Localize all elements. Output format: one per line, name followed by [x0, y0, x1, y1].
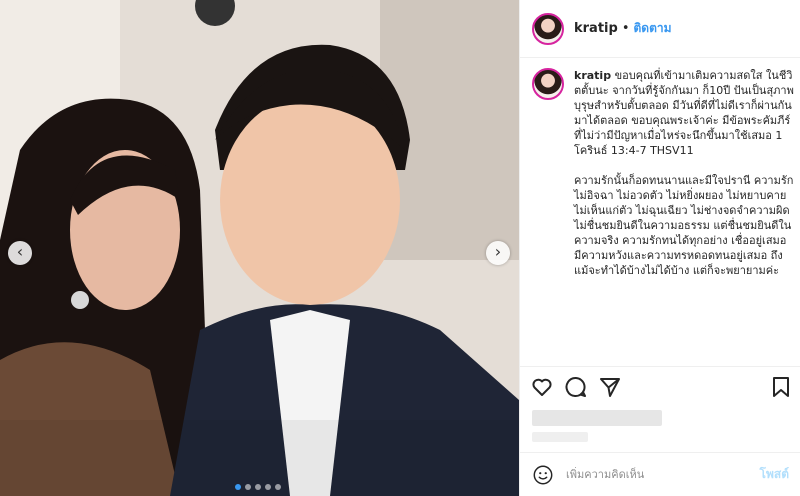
- chevron-left-icon: ‹: [16, 242, 24, 261]
- caption-text: kratip ขอบคุณที่เข้ามาเติมความสดใส ในชีว…: [574, 68, 794, 368]
- comment-bar: โพสต์: [520, 452, 800, 496]
- smiley-icon[interactable]: [532, 464, 554, 486]
- carousel-next-button[interactable]: ›: [486, 241, 510, 265]
- likes-count-placeholder: [532, 410, 662, 426]
- separator: •: [621, 21, 630, 36]
- username-link[interactable]: kratip: [574, 21, 618, 36]
- comment-input[interactable]: [564, 467, 760, 482]
- photo-illustration: [0, 0, 519, 496]
- follow-button[interactable]: ติดตาม: [633, 19, 671, 38]
- share-icon[interactable]: [598, 375, 622, 399]
- post-sidebar: kratip • ติดตาม kratip ขอบคุณที่เข้ามาเต…: [519, 0, 800, 496]
- post-photo: ‹ ›: [0, 0, 519, 496]
- carousel-dot: [255, 484, 261, 490]
- post-header: kratip • ติดตาม: [520, 0, 800, 58]
- carousel-dot: [265, 484, 271, 490]
- carousel-prev-button[interactable]: ‹: [8, 241, 32, 265]
- caption-username[interactable]: kratip: [574, 69, 611, 82]
- bookmark-icon[interactable]: [769, 375, 793, 399]
- carousel-dots: [235, 484, 281, 490]
- caption-body: ขอบคุณที่เข้ามาเติมความสดใส ในชีวิตตั้บน…: [574, 69, 794, 277]
- carousel-dot: [275, 484, 281, 490]
- avatar[interactable]: [532, 12, 564, 45]
- comment-icon[interactable]: [564, 375, 588, 399]
- caption-block: kratip ขอบคุณที่เข้ามาเติมความสดใส ในชีว…: [532, 68, 794, 368]
- caption-avatar[interactable]: [532, 68, 564, 100]
- carousel-dot: [235, 484, 241, 490]
- heart-icon[interactable]: [530, 375, 554, 399]
- action-bar: [520, 366, 800, 404]
- carousel-dot: [245, 484, 251, 490]
- post-date-placeholder: [532, 432, 588, 442]
- post-comment-button[interactable]: โพสต์: [760, 465, 789, 484]
- chevron-right-icon: ›: [494, 242, 502, 261]
